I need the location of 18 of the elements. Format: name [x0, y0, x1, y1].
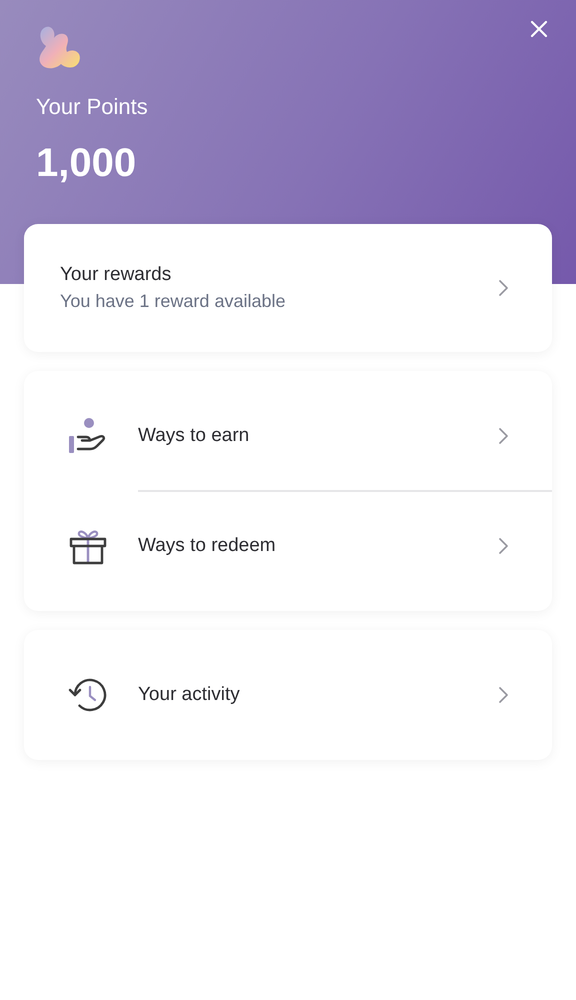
menu-item[interactable]: Ways to redeem [24, 492, 552, 600]
chevron-right-icon [498, 279, 510, 297]
history-icon [68, 676, 108, 714]
points-title: Your Points [36, 93, 149, 121]
close-icon [530, 20, 548, 38]
close-button[interactable] [528, 18, 550, 40]
rewards-card[interactable]: Your rewards You have 1 reward available [24, 224, 552, 352]
chevron-right-icon [498, 427, 510, 445]
chevron-right-icon [498, 537, 510, 555]
menu-item-label: Ways to redeem [138, 534, 277, 558]
chevron-right-icon [498, 686, 510, 704]
menu-item-label: Your activity [138, 682, 241, 707]
rewards-subtitle: You have 1 reward available [60, 290, 286, 313]
points-value: 1,000 [36, 140, 138, 186]
rewards-title: Your rewards [60, 263, 172, 287]
menu-item-label: Ways to earn [138, 424, 250, 448]
menu-item[interactable]: Ways to earn [24, 382, 552, 490]
menu-item[interactable]: Your activity [24, 641, 552, 749]
